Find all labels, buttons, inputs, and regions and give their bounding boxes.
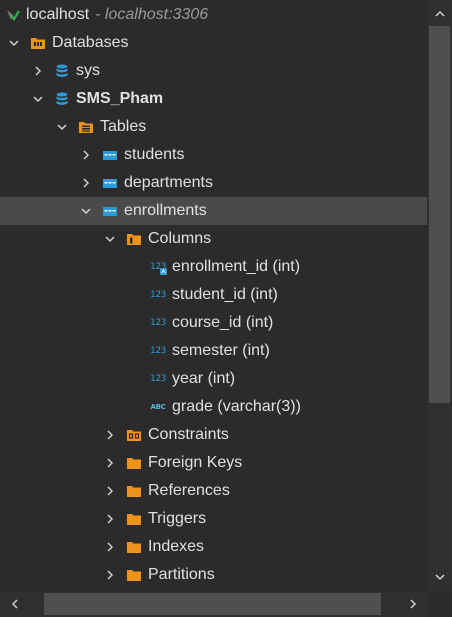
- chevron-right-icon[interactable]: [102, 567, 118, 583]
- chevron-down-icon[interactable]: [102, 231, 118, 247]
- tree-node-tables[interactable]: Tables: [0, 113, 427, 141]
- constraints-folder-icon: [126, 427, 142, 443]
- table-icon: [102, 175, 118, 191]
- tree-node-column-grade[interactable]: ABC grade (varchar(3)): [0, 393, 427, 421]
- chevron-right-icon[interactable]: [102, 539, 118, 555]
- node-label: enrollment_id (int): [172, 258, 301, 275]
- scroll-down-button[interactable]: [427, 567, 452, 587]
- tree-node-sms-pham[interactable]: SMS_Pham: [0, 85, 427, 113]
- chevron-down-icon[interactable]: [78, 203, 94, 219]
- scroll-left-button[interactable]: [2, 591, 27, 617]
- folder-icon: [126, 511, 142, 527]
- node-label: semester (int): [172, 342, 270, 359]
- chevron-down-icon: [434, 574, 445, 581]
- tree-node-columns[interactable]: Columns: [0, 225, 427, 253]
- tree-node-localhost[interactable]: localhost - localhost:3306: [0, 1, 427, 29]
- tree-node-references[interactable]: References: [0, 477, 427, 505]
- scroll-right-button[interactable]: [400, 591, 425, 617]
- vertical-scrollbar[interactable]: [427, 0, 452, 591]
- chevron-down-icon[interactable]: [6, 35, 22, 51]
- database-connection-icon: [4, 7, 20, 23]
- folder-icon: [30, 35, 46, 51]
- node-label: Triggers: [148, 510, 207, 527]
- chevron-right-icon[interactable]: [102, 427, 118, 443]
- tree-node-column-semester[interactable]: 123 semester (int): [0, 337, 427, 365]
- chevron-down-icon[interactable]: [30, 91, 46, 107]
- tree-node-partitions[interactable]: Partitions: [0, 561, 427, 589]
- tree-node-sys[interactable]: sys: [0, 57, 427, 85]
- chevron-left-icon: [11, 599, 18, 609]
- tree-node-column-enrollment-id[interactable]: 123 enrollment_id (int): [0, 253, 427, 281]
- tree-node-enrollments[interactable]: enrollments: [0, 197, 427, 225]
- chevron-right-icon[interactable]: [78, 175, 94, 191]
- node-label: course_id (int): [172, 314, 274, 331]
- chevron-right-icon: [409, 599, 416, 609]
- node-label: Columns: [148, 230, 212, 247]
- node-label: Constraints: [148, 426, 229, 443]
- node-label: students: [124, 146, 185, 163]
- tree-node-departments[interactable]: departments: [0, 169, 427, 197]
- node-label: Foreign Keys: [148, 454, 243, 471]
- tree-node-constraints[interactable]: Constraints: [0, 421, 427, 449]
- numeric-column-icon: 123: [150, 290, 166, 300]
- chevron-down-icon[interactable]: [54, 119, 70, 135]
- tables-folder-icon: [78, 119, 94, 135]
- numeric-key-column-icon: 123: [150, 259, 167, 275]
- node-label: enrollments: [124, 202, 207, 219]
- folder-icon: [126, 455, 142, 471]
- chevron-right-icon[interactable]: [102, 483, 118, 499]
- folder-icon: [126, 539, 142, 555]
- horizontal-scroll-thumb[interactable]: [44, 593, 381, 615]
- node-label: sys: [76, 62, 100, 79]
- tree-node-foreign-keys[interactable]: Foreign Keys: [0, 449, 427, 477]
- columns-folder-icon: [126, 231, 142, 247]
- node-label: Tables: [100, 118, 147, 135]
- table-icon: [102, 147, 118, 163]
- node-label: departments: [124, 174, 213, 191]
- scrollbar-corner: [427, 591, 452, 617]
- tree-node-students[interactable]: students: [0, 141, 427, 169]
- chevron-right-icon[interactable]: [78, 147, 94, 163]
- chevron-up-icon: [434, 10, 445, 17]
- tree-node-column-course-id[interactable]: 123 course_id (int): [0, 309, 427, 337]
- folder-icon: [126, 483, 142, 499]
- table-icon: [102, 203, 118, 219]
- connection-host: - localhost:3306: [95, 6, 209, 23]
- numeric-column-icon: 123: [150, 346, 166, 356]
- tree-node-databases[interactable]: Databases: [0, 29, 427, 57]
- chevron-right-icon[interactable]: [102, 455, 118, 471]
- database-icon: [54, 63, 70, 79]
- node-label: year (int): [172, 370, 236, 387]
- connection-label: localhost: [26, 6, 90, 23]
- node-label: Partitions: [148, 566, 215, 583]
- tree-node-column-year[interactable]: 123 year (int): [0, 365, 427, 393]
- database-icon: [54, 91, 70, 107]
- vertical-scroll-thumb[interactable]: [429, 26, 450, 403]
- node-label: SMS_Pham: [76, 90, 164, 107]
- tree-node-indexes[interactable]: Indexes: [0, 533, 427, 561]
- numeric-column-icon: 123: [150, 318, 166, 328]
- horizontal-scrollbar[interactable]: [0, 591, 427, 617]
- node-label: grade (varchar(3)): [172, 398, 301, 415]
- chevron-right-icon[interactable]: [102, 511, 118, 527]
- node-label: Indexes: [148, 538, 205, 555]
- text-column-icon: ABC: [150, 403, 166, 411]
- tree-node-column-student-id[interactable]: 123 student_id (int): [0, 281, 427, 309]
- scroll-up-button[interactable]: [427, 4, 452, 24]
- chevron-right-icon[interactable]: [30, 63, 46, 79]
- node-label: Databases: [52, 34, 129, 51]
- numeric-column-icon: 123: [150, 374, 166, 384]
- node-label: student_id (int): [172, 286, 278, 303]
- node-label: References: [148, 482, 230, 499]
- database-navigator-tree: localhost - localhost:3306 Databases sys…: [0, 0, 427, 591]
- folder-icon: [126, 567, 142, 583]
- tree-node-triggers[interactable]: Triggers: [0, 505, 427, 533]
